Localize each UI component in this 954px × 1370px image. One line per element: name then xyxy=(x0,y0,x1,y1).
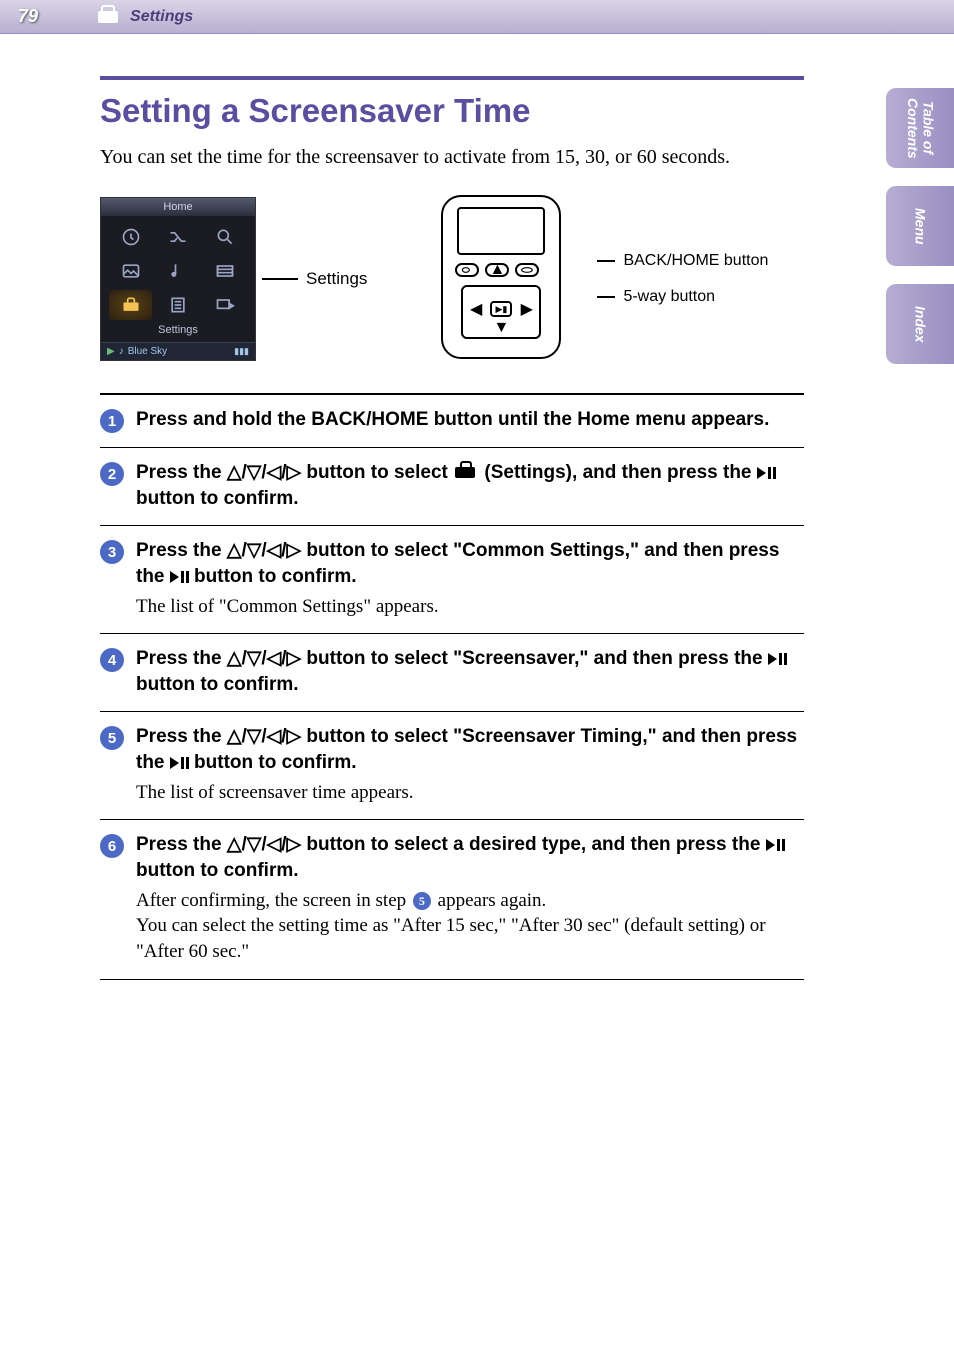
photo-icon xyxy=(109,256,152,286)
step-3-number: 3 xyxy=(100,540,124,564)
device-selected-label: Settings xyxy=(101,322,255,342)
figure-row: Home Settings ▶ ♪ Blue Sky xyxy=(100,195,804,363)
device-screen-figure: Home Settings ▶ ♪ Blue Sky xyxy=(100,197,367,361)
step-1-number: 1 xyxy=(100,409,124,433)
step-6-note: After confirming, the screen in step 5 a… xyxy=(136,888,804,965)
step-6: 6 Press the △/▽/◁/▷ button to select a d… xyxy=(100,819,804,978)
tab-menu[interactable]: Menu xyxy=(886,186,954,266)
search-icon xyxy=(204,222,247,252)
step-4: 4 Press the △/▽/◁/▷ button to select "Sc… xyxy=(100,633,804,711)
play-pause-icon xyxy=(170,757,189,769)
step-2-text: Press the △/▽/◁/▷ button to select (Sett… xyxy=(136,460,804,511)
device-screen: Home Settings ▶ ♪ Blue Sky xyxy=(100,197,256,361)
loop-button-icon xyxy=(455,263,479,277)
step-4-text: Press the △/▽/◁/▷ button to select "Scre… xyxy=(136,646,804,697)
music-icon xyxy=(156,256,199,286)
tab-table-of-contents[interactable]: Table of Contents xyxy=(886,88,954,168)
page-title: Setting a Screensaver Time xyxy=(100,92,804,130)
step-3-text: Press the △/▽/◁/▷ button to select "Comm… xyxy=(136,538,804,589)
breadcrumb-label: Settings xyxy=(130,8,193,26)
video-icon xyxy=(204,256,247,286)
step-6-number: 6 xyxy=(100,834,124,858)
oval-button-icon xyxy=(515,263,539,277)
arrow-buttons-icon: △/▽/◁/▷ xyxy=(227,648,301,669)
clock-icon xyxy=(109,222,152,252)
arrow-buttons-icon: △/▽/◁/▷ xyxy=(227,462,301,483)
play-pause-icon xyxy=(170,571,189,583)
device-diagram: ▲ ◀▶▮▶ ▼ xyxy=(427,195,577,363)
step-1: 1 Press and hold the BACK/HOME button un… xyxy=(100,393,804,447)
page-content: Setting a Screensaver Time You can set t… xyxy=(0,34,954,980)
toolbox-icon xyxy=(98,9,120,25)
play-icon: ▶ xyxy=(107,346,115,357)
step-1-text: Press and hold the BACK/HOME button unti… xyxy=(136,407,804,433)
step-6-text: Press the △/▽/◁/▷ button to select a des… xyxy=(136,832,804,883)
shuffle-icon xyxy=(156,222,199,252)
step-3-note: The list of "Common Settings" appears. xyxy=(136,594,804,620)
screen-callout-label: Settings xyxy=(306,269,367,289)
page-number: 79 xyxy=(18,6,38,27)
step-ref-5: 5 xyxy=(413,892,431,910)
callout-back-home: BACK/HOME button xyxy=(623,252,768,270)
step-5: 5 Press the △/▽/◁/▷ button to select "Sc… xyxy=(100,711,804,819)
breadcrumb: Settings xyxy=(98,8,193,26)
device-screen-title: Home xyxy=(101,198,255,216)
intro-text: You can set the time for the screensaver… xyxy=(100,144,804,171)
arrow-buttons-icon: △/▽/◁/▷ xyxy=(227,726,301,747)
arrow-buttons-icon: △/▽/◁/▷ xyxy=(227,834,301,855)
battery-icon: ▮▮▮ xyxy=(234,346,249,357)
play-pause-icon xyxy=(757,467,776,479)
step-4-number: 4 xyxy=(100,648,124,672)
device-callouts: BACK/HOME button 5-way button xyxy=(597,252,768,306)
step-2-number: 2 xyxy=(100,462,124,486)
step-2: 2 Press the △/▽/◁/▷ button to select (Se… xyxy=(100,447,804,525)
closing-rule xyxy=(100,979,804,980)
play-pause-icon xyxy=(766,839,785,851)
step-3: 3 Press the △/▽/◁/▷ button to select "Co… xyxy=(100,525,804,633)
music-note-icon: ♪ xyxy=(119,346,124,357)
step-5-note: The list of screensaver time appears. xyxy=(136,780,804,806)
page-header: 79 Settings xyxy=(0,0,954,34)
callout-five-way: 5-way button xyxy=(623,288,715,306)
steps-list: 1 Press and hold the BACK/HOME button un… xyxy=(100,393,804,980)
five-way-pad: ◀▶▮▶ ▼ xyxy=(461,285,541,339)
back-home-button: ▲ xyxy=(485,263,509,277)
now-playing-title: Blue Sky xyxy=(128,346,167,357)
tab-index[interactable]: Index xyxy=(886,284,954,364)
playlist-icon xyxy=(204,290,247,320)
arrow-buttons-icon: △/▽/◁/▷ xyxy=(227,540,301,561)
step-5-text: Press the △/▽/◁/▷ button to select "Scre… xyxy=(136,724,804,775)
toolbox-icon xyxy=(109,290,152,320)
play-pause-icon xyxy=(768,653,787,665)
toolbox-icon xyxy=(455,465,477,480)
now-playing-bar: ▶ ♪ Blue Sky ▮▮▮ xyxy=(101,342,255,360)
list-icon xyxy=(156,290,199,320)
step-5-number: 5 xyxy=(100,726,124,750)
side-nav: Table of Contents Menu Index xyxy=(886,88,954,364)
